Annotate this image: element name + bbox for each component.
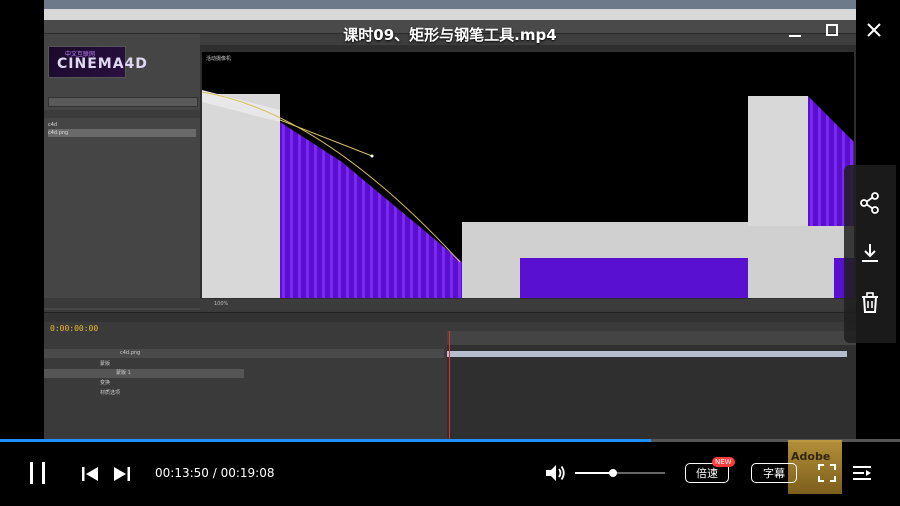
timeline-timecode: 0:00:00:00: [50, 324, 99, 333]
ae-title-bar: [44, 0, 856, 9]
timeline-panel: 0:00:00:00 c4d.png 蒙版 蒙版 1 变换 材质选项: [44, 312, 856, 440]
current-time: 00:13:50: [155, 466, 209, 480]
volume-icon: [546, 465, 565, 481]
subtitle-button[interactable]: 字幕: [751, 463, 797, 483]
ae-menu-bar: [44, 9, 856, 20]
side-action-panel: [844, 165, 896, 343]
time-separator: /: [208, 466, 221, 480]
timeline-playhead: [449, 331, 450, 440]
timeline-tab: [44, 313, 856, 322]
fullscreen-icon: [818, 464, 836, 482]
delete-icon: [862, 292, 878, 313]
white-shape-left: [202, 94, 280, 298]
close-icon: [867, 23, 881, 37]
delete-button[interactable]: [858, 291, 882, 315]
project-row-selected: c4d.png: [48, 129, 196, 137]
project-search: [48, 97, 198, 107]
comp-label: 活动摄像机: [206, 56, 232, 62]
playlist-button[interactable]: [852, 465, 872, 481]
volume-slider-knob[interactable]: [608, 469, 617, 477]
timeline-ruler: [447, 331, 856, 345]
watermark-text: Adobe: [791, 450, 831, 463]
project-row: c4d: [48, 122, 58, 128]
composition-render: [202, 90, 854, 298]
total-time: 00:19:08: [220, 466, 275, 480]
close-button[interactable]: [864, 20, 884, 40]
minimize-icon: [789, 35, 801, 37]
timeline-row: 变换: [100, 380, 111, 386]
download-icon: [862, 244, 878, 262]
pause-icon: [30, 462, 33, 484]
composition-panel: 活动摄像机 100%: [200, 34, 856, 310]
composition-viewer: 活动摄像机: [202, 52, 854, 298]
skip-next-icon: [114, 467, 130, 481]
previous-button[interactable]: [82, 466, 98, 481]
project-info: [128, 46, 198, 78]
playlist-icon: [853, 466, 871, 480]
volume-slider-fill: [575, 472, 613, 474]
volume-button[interactable]: [545, 464, 567, 482]
project-bottom-bar: [44, 298, 200, 308]
pause-button[interactable]: [28, 462, 48, 484]
new-badge: NEW: [712, 457, 735, 467]
project-panel: 中文互联网 CINEMA4D c4d c4d.png: [44, 34, 200, 310]
purple-rect-bottom: [520, 258, 748, 298]
timeline-layer-row: c4d.png: [44, 349, 444, 358]
fullscreen-button[interactable]: [818, 464, 836, 482]
next-button[interactable]: [114, 466, 130, 481]
time-display: 00:13:50 / 00:19:08: [155, 466, 274, 480]
composition-footer: 100%: [200, 299, 856, 310]
share-icon: [860, 192, 879, 214]
video-title: 课时09、矩形与钢笔工具.mp4: [343, 26, 557, 44]
zoom-level: 100%: [214, 301, 229, 307]
timeline-layers: c4d.png 蒙版 蒙版 1 变换 材质选项: [44, 349, 444, 440]
project-header: [44, 110, 200, 118]
skip-previous-icon: [82, 467, 98, 481]
timeline-row: 蒙版 1: [44, 369, 244, 378]
minimize-button[interactable]: [786, 22, 804, 40]
timeline-tracks: [447, 331, 856, 440]
white-cross-vertical: [748, 96, 808, 226]
video-frame[interactable]: 中文互联网 CINEMA4D c4d c4d.png 活动摄像机 100% 0:…: [44, 0, 856, 440]
timeline-row: 材质选项: [100, 390, 121, 396]
purple-shape-left: [280, 122, 462, 298]
download-button[interactable]: [858, 241, 882, 265]
layer-duration-bar: [447, 351, 847, 357]
share-button[interactable]: [858, 191, 882, 215]
cinema4d-logo: 中文互联网 CINEMA4D: [48, 46, 147, 78]
timeline-row: 蒙版: [100, 361, 111, 367]
maximize-button[interactable]: [826, 24, 838, 36]
